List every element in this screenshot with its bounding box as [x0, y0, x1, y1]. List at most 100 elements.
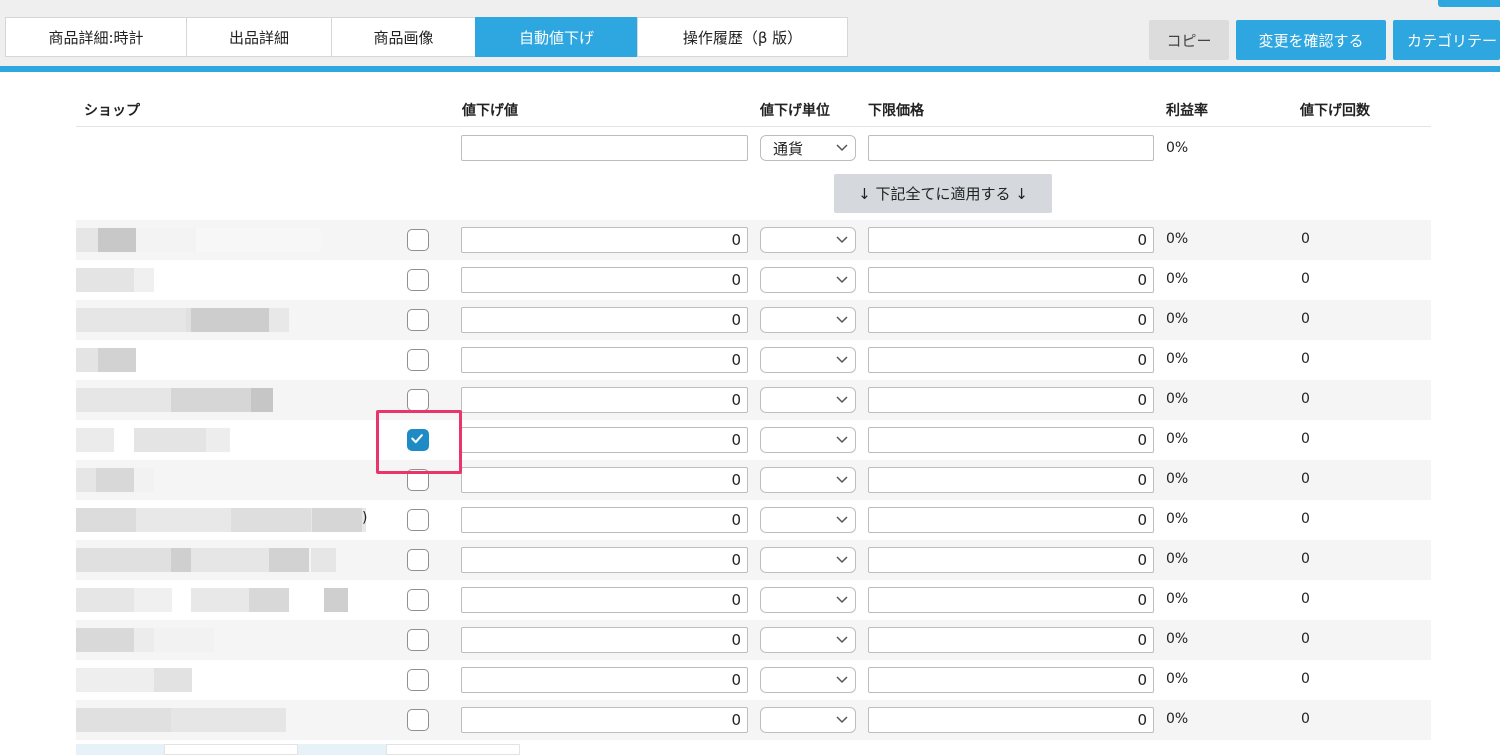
discount-count: 0: [1301, 351, 1310, 367]
discount-value-input[interactable]: 0: [461, 707, 748, 733]
chevron-down-icon: [836, 516, 848, 524]
top-tab-bar: 商品詳細:時計 出品詳細 商品画像 自動値下げ 操作履歴（β 版） コピー 変更…: [0, 0, 1500, 72]
discount-unit-select[interactable]: [760, 227, 856, 253]
discount-count: 0: [1301, 231, 1310, 247]
row-checkbox[interactable]: [407, 509, 429, 531]
tab-product-images[interactable]: 商品画像: [331, 17, 475, 57]
discount-count: 0: [1301, 671, 1310, 687]
table-row: 0 0 0% 0: [76, 260, 1431, 300]
min-price-input[interactable]: 0: [868, 387, 1154, 413]
bulk-min-price-input[interactable]: [868, 135, 1154, 161]
row-checkbox[interactable]: [407, 389, 429, 411]
row-checkbox[interactable]: [407, 349, 429, 371]
bulk-discount-value-input[interactable]: [461, 135, 748, 161]
chevron-down-icon: [836, 144, 848, 152]
table-row: 0 0 0% 0: [76, 420, 1431, 460]
discount-value-input[interactable]: 0: [461, 347, 748, 373]
discount-value-input[interactable]: 0: [461, 307, 748, 333]
header-discount-unit: 値下げ単位: [760, 103, 830, 119]
min-price-input[interactable]: 0: [868, 667, 1154, 693]
discount-unit-select[interactable]: [760, 307, 856, 333]
row-checkbox[interactable]: [407, 669, 429, 691]
tab-auto-discount[interactable]: 自動値下げ: [475, 17, 637, 57]
discount-count: 0: [1301, 511, 1310, 527]
chevron-down-icon: [836, 716, 848, 724]
profit-rate: 0%: [1166, 511, 1189, 527]
discount-unit-select[interactable]: [760, 467, 856, 493]
bottom-pagination-stub: [76, 744, 520, 755]
header-profit-rate: 利益率: [1166, 103, 1208, 119]
discount-unit-select[interactable]: [760, 267, 856, 293]
chevron-down-icon: [836, 636, 848, 644]
discount-unit-select[interactable]: [760, 347, 856, 373]
discount-unit-select[interactable]: [760, 667, 856, 693]
header-divider: [76, 126, 1431, 127]
discount-count: 0: [1301, 311, 1310, 327]
bulk-profit-rate: 0%: [1166, 140, 1189, 156]
row-checkbox[interactable]: [407, 229, 429, 251]
row-checkbox[interactable]: [407, 709, 429, 731]
discount-value-input[interactable]: 0: [461, 667, 748, 693]
min-price-input[interactable]: 0: [868, 307, 1154, 333]
discount-unit-select[interactable]: [760, 547, 856, 573]
row-checkbox[interactable]: [407, 269, 429, 291]
profit-rate: 0%: [1166, 471, 1189, 487]
table-row: 0 0 0% 0: [76, 580, 1431, 620]
tab-listing-detail[interactable]: 出品詳細: [186, 17, 331, 57]
profit-rate: 0%: [1166, 351, 1189, 367]
discount-unit-select[interactable]: [760, 627, 856, 653]
header-discount-value: 値下げ値: [462, 103, 518, 119]
discount-unit-select[interactable]: [760, 427, 856, 453]
discount-value-input[interactable]: 0: [461, 227, 748, 253]
min-price-input[interactable]: 0: [868, 627, 1154, 653]
bulk-discount-unit-select[interactable]: 通貨: [760, 135, 856, 161]
min-price-input[interactable]: 0: [868, 267, 1154, 293]
min-price-input[interactable]: 0: [868, 507, 1154, 533]
discount-value-input[interactable]: 0: [461, 507, 748, 533]
discount-value-input[interactable]: 0: [461, 467, 748, 493]
min-price-input[interactable]: 0: [868, 547, 1154, 573]
tab-product-detail[interactable]: 商品詳細:時計: [5, 17, 186, 57]
min-price-input[interactable]: 0: [868, 347, 1154, 373]
discount-count: 0: [1301, 631, 1310, 647]
profit-rate: 0%: [1166, 591, 1189, 607]
min-price-input[interactable]: 0: [868, 427, 1154, 453]
discount-value-input[interactable]: 0: [461, 627, 748, 653]
discount-unit-select[interactable]: [760, 507, 856, 533]
discount-value-input[interactable]: 0: [461, 387, 748, 413]
confirm-changes-button[interactable]: 変更を確認する: [1236, 20, 1386, 60]
checkbox-highlight-annotation: [376, 410, 462, 474]
discount-value-input[interactable]: 0: [461, 547, 748, 573]
discount-unit-select[interactable]: [760, 387, 856, 413]
discount-count: 0: [1301, 591, 1310, 607]
category-button[interactable]: カテゴリテー: [1393, 20, 1500, 60]
bulk-unit-selected: 通貨: [773, 139, 804, 158]
discount-count: 0: [1301, 271, 1310, 287]
discount-unit-select[interactable]: [760, 707, 856, 733]
row-checkbox[interactable]: [407, 309, 429, 331]
tab-operation-history[interactable]: 操作履歴（β 版）: [637, 17, 848, 57]
profit-rate: 0%: [1166, 431, 1189, 447]
copy-button[interactable]: コピー: [1149, 20, 1229, 60]
profit-rate: 0%: [1166, 391, 1189, 407]
profit-rate: 0%: [1166, 671, 1189, 687]
row-checkbox[interactable]: [407, 629, 429, 651]
chevron-down-icon: [836, 396, 848, 404]
discount-value-input[interactable]: 0: [461, 267, 748, 293]
min-price-input[interactable]: 0: [868, 587, 1154, 613]
discount-unit-select[interactable]: [760, 587, 856, 613]
min-price-input[interactable]: 0: [868, 707, 1154, 733]
table-row: 0 0 0% 0: [76, 220, 1431, 260]
row-checkbox[interactable]: [407, 549, 429, 571]
min-price-input[interactable]: 0: [868, 227, 1154, 253]
chevron-down-icon: [836, 676, 848, 684]
min-price-input[interactable]: 0: [868, 467, 1154, 493]
profit-rate: 0%: [1166, 711, 1189, 727]
discount-count: 0: [1301, 711, 1310, 727]
discount-count: 0: [1301, 391, 1310, 407]
discount-count: 0: [1301, 431, 1310, 447]
row-checkbox[interactable]: [407, 589, 429, 611]
apply-all-button[interactable]: ↓ 下記全てに適用する ↓: [834, 174, 1052, 213]
discount-value-input[interactable]: 0: [461, 427, 748, 453]
discount-value-input[interactable]: 0: [461, 587, 748, 613]
